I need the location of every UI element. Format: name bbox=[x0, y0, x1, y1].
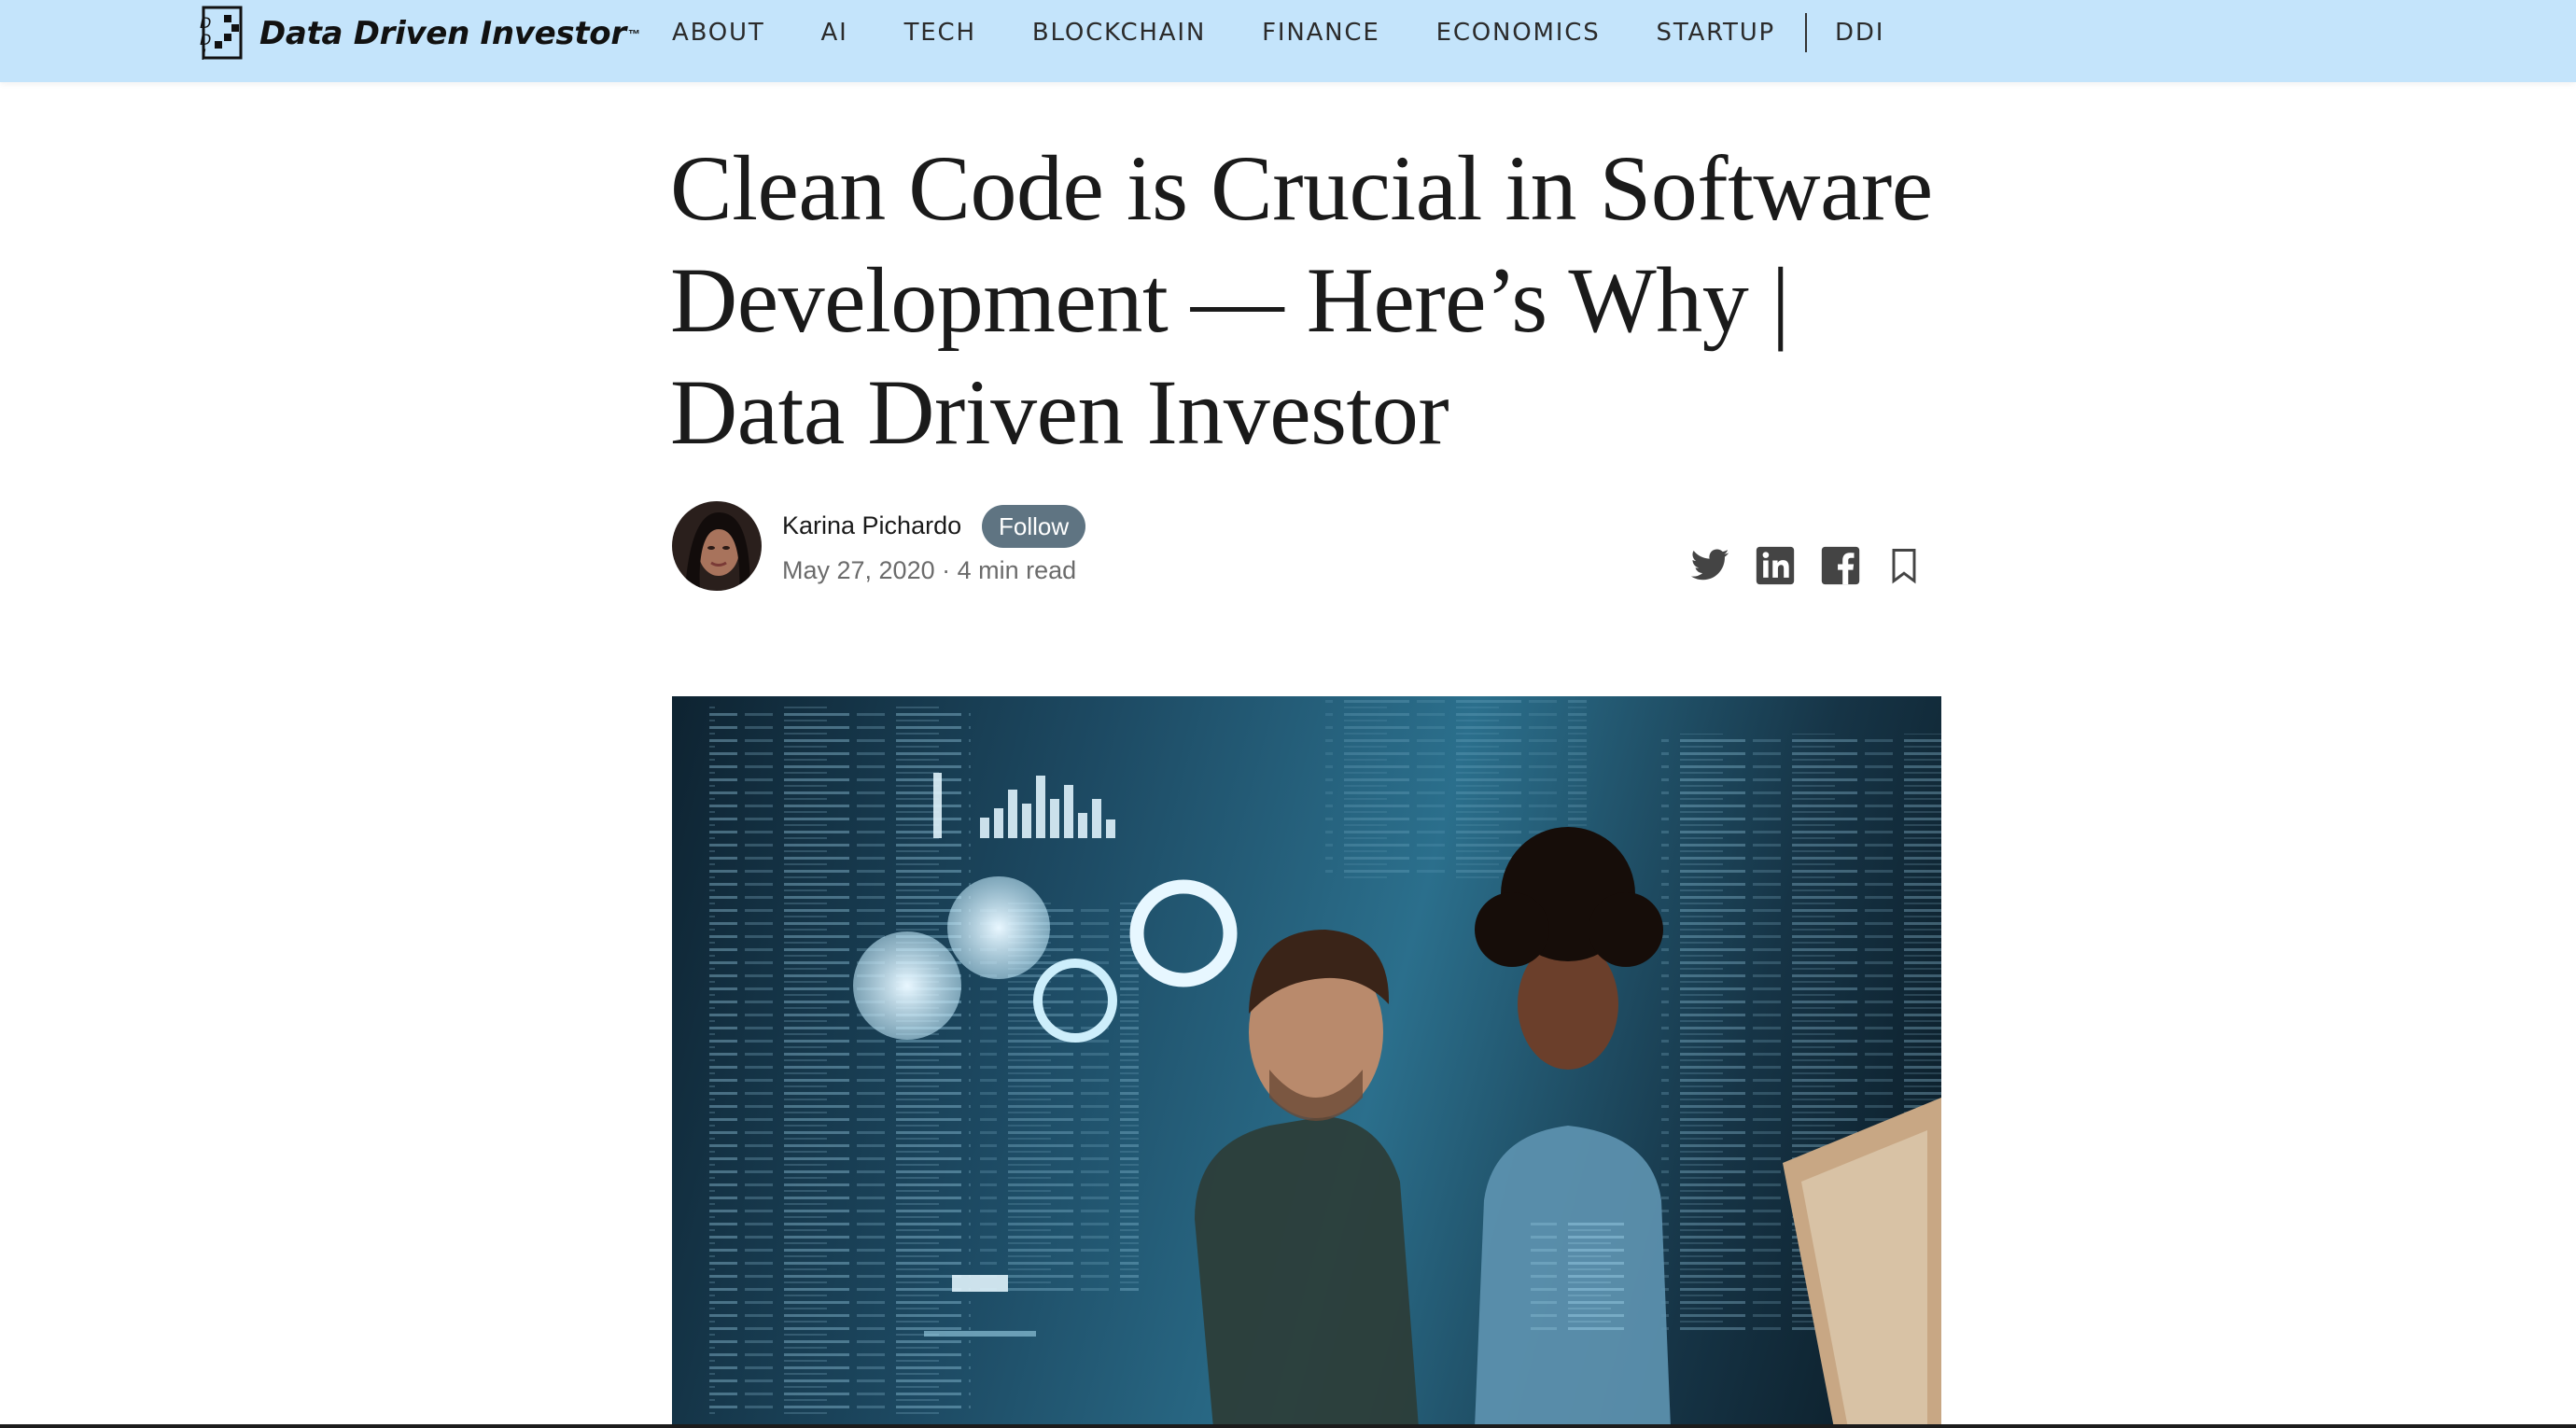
hero-image bbox=[672, 696, 1941, 1428]
bookmark-icon[interactable] bbox=[1883, 545, 1925, 586]
svg-text:D: D bbox=[200, 14, 211, 32]
nav-startup[interactable]: STARTUP bbox=[1657, 19, 1776, 47]
svg-text:I: I bbox=[202, 46, 206, 63]
linkedin-icon[interactable] bbox=[1755, 545, 1796, 586]
author-avatar[interactable] bbox=[672, 501, 762, 591]
nav-divider bbox=[1805, 13, 1808, 52]
article-meta: May 27, 2020 · 4 min read bbox=[782, 556, 1077, 584]
nav-ai[interactable]: AI bbox=[821, 19, 848, 47]
nav-ddi[interactable]: DDI bbox=[1835, 19, 1884, 47]
author-name[interactable]: Karina Pichardo bbox=[782, 511, 961, 540]
nav-finance[interactable]: FINANCE bbox=[1262, 19, 1380, 47]
main-nav: ABOUT AI TECH BLOCKCHAIN FINANCE ECONOMI… bbox=[672, 13, 1884, 52]
article-title: Clean Code is Crucial in Software Develo… bbox=[670, 136, 1933, 464]
twitter-icon[interactable] bbox=[1689, 545, 1730, 586]
brand-name: Data Driven Investor bbox=[259, 15, 626, 52]
nav-about[interactable]: ABOUT bbox=[672, 19, 765, 47]
nav-economics[interactable]: ECONOMICS bbox=[1436, 19, 1601, 47]
window-bottom-edge bbox=[0, 1424, 2576, 1428]
ddi-logo-icon: D D I bbox=[200, 6, 243, 63]
nav-blockchain[interactable]: BLOCKCHAIN bbox=[1032, 19, 1206, 47]
top-nav-bar: D D I Data Driven Investor ™ ABOUT AI TEC… bbox=[0, 0, 2576, 82]
brand-logo[interactable]: D D I Data Driven Investor ™ bbox=[198, 4, 640, 63]
nav-tech[interactable]: TECH bbox=[904, 19, 976, 47]
follow-button[interactable]: Follow bbox=[982, 505, 1086, 548]
brand-trademark: ™ bbox=[627, 26, 640, 41]
facebook-icon[interactable] bbox=[1820, 545, 1861, 586]
